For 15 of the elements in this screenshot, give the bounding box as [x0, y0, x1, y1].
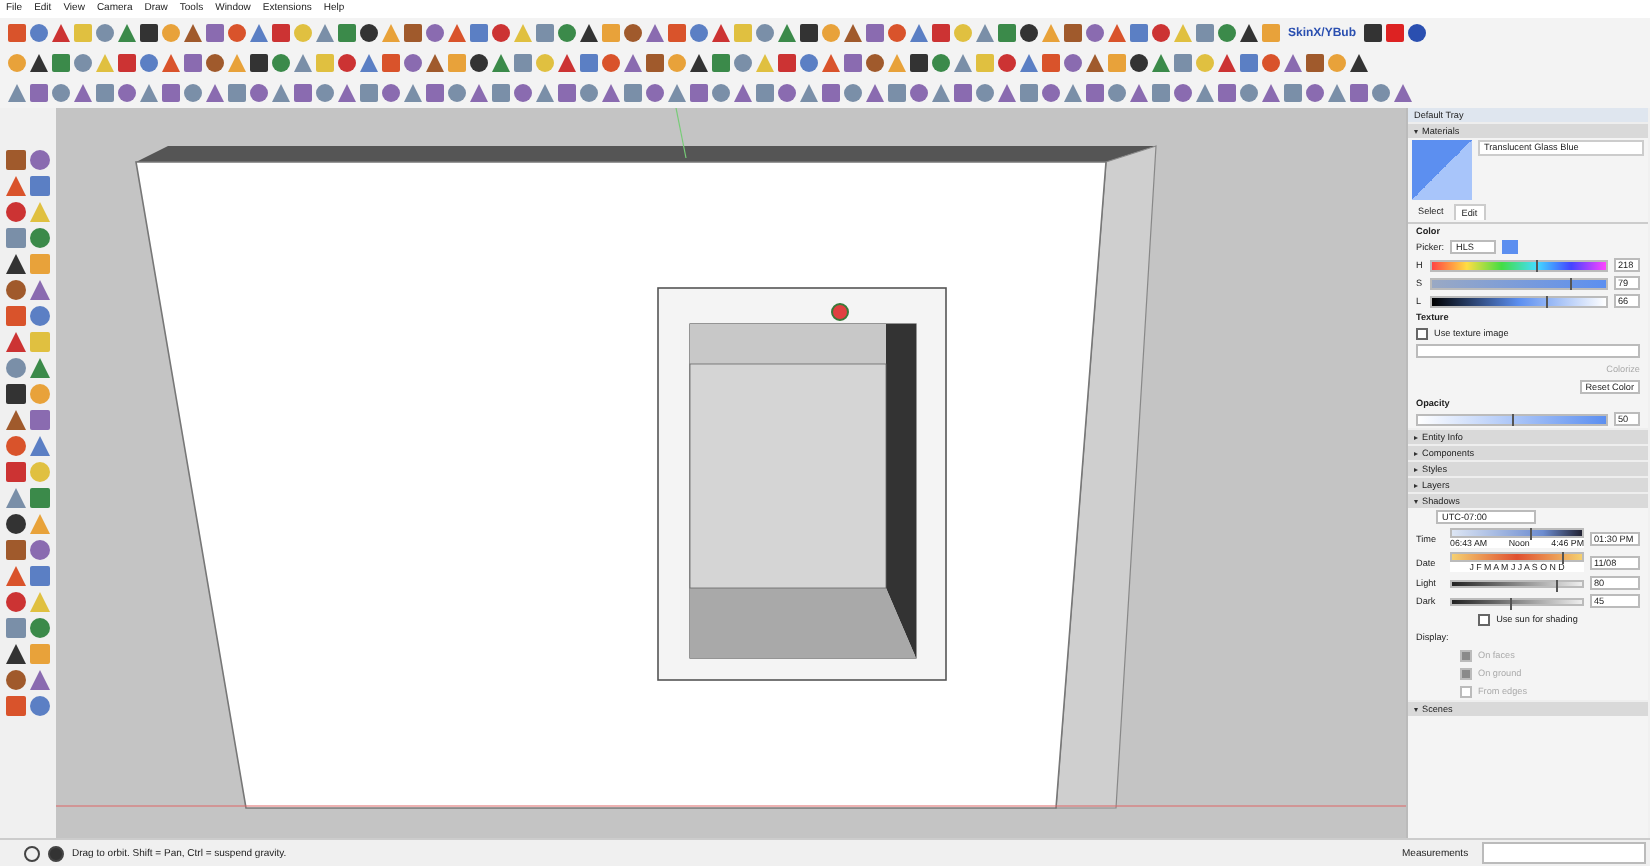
shade-slider[interactable] — [1450, 579, 1584, 587]
color-preview — [1501, 240, 1518, 254]
shade-slider[interactable] — [1450, 597, 1584, 605]
material-swatch — [1412, 140, 1472, 200]
shadow-slider[interactable] — [1450, 552, 1584, 562]
checkbox[interactable] — [1478, 613, 1491, 625]
channel-slider[interactable] — [1430, 259, 1608, 271]
measurements-field[interactable] — [1482, 842, 1646, 864]
opacity-slider[interactable] — [1416, 413, 1608, 425]
channel-slider[interactable] — [1430, 277, 1608, 289]
channel-slider[interactable] — [1430, 295, 1608, 307]
texture-path-field[interactable] — [1416, 344, 1640, 358]
model-viewport[interactable] — [56, 108, 1406, 838]
checkbox[interactable] — [1416, 327, 1428, 339]
shadow-slider[interactable] — [1450, 528, 1584, 538]
